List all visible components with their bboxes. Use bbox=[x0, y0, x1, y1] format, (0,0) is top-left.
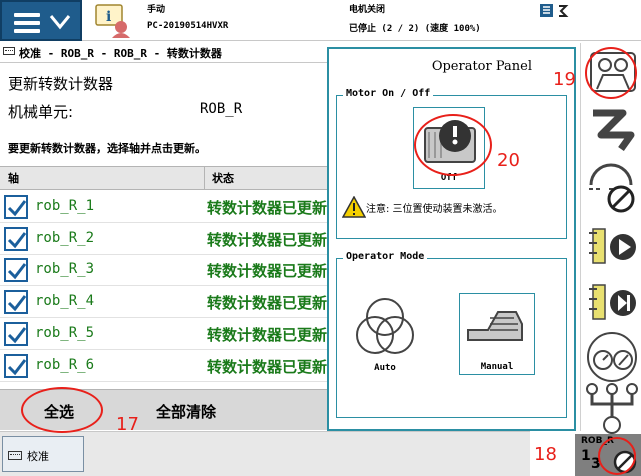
annotation-circle-18 bbox=[598, 437, 636, 475]
column-state: 状态 bbox=[212, 172, 234, 185]
mode-group-title: Operator Mode bbox=[343, 251, 428, 262]
annotation-circle-19 bbox=[585, 47, 637, 99]
quickset-sidebar bbox=[580, 43, 641, 434]
annotation-19: 19 bbox=[553, 69, 576, 90]
quickset-fraction-num: 1 bbox=[581, 448, 591, 464]
motor-group-title: Motor On / Off bbox=[343, 88, 434, 99]
axis-state: 转数计数器已更新 bbox=[207, 231, 328, 249]
table-row[interactable]: rob_R_6 转数计数器已更新 bbox=[0, 351, 330, 382]
run-icon[interactable] bbox=[583, 217, 641, 273]
operating-mode: 手动 bbox=[147, 5, 166, 15]
info-icon[interactable]: i bbox=[94, 2, 130, 38]
table-row[interactable]: rob_R_4 转数计数器已更新 bbox=[0, 287, 330, 318]
mode-group: Operator Mode Auto Manual bbox=[336, 251, 567, 418]
manual-mode-button[interactable]: Manual bbox=[459, 293, 535, 375]
annotation-18: 18 bbox=[534, 444, 557, 465]
auto-mode-label: Auto bbox=[374, 363, 396, 373]
axis-checkbox[interactable] bbox=[4, 354, 28, 378]
auto-mode-button[interactable]: Auto bbox=[347, 293, 423, 375]
table-row[interactable]: rob_R_3 转数计数器已更新 bbox=[0, 255, 330, 286]
axis-checkbox[interactable] bbox=[4, 195, 28, 219]
axis-checkbox[interactable] bbox=[4, 290, 28, 314]
chevron-down-icon bbox=[49, 15, 71, 30]
divider bbox=[204, 167, 205, 190]
warning-text: 注意: 三位置使动装置未激活。 bbox=[366, 204, 503, 215]
axis-state: 转数计数器已更新 bbox=[207, 358, 328, 376]
task-calibration[interactable]: 校准 bbox=[2, 436, 84, 472]
operator-panel: Operator Panel Motor On / Off Off 注意: 三位… bbox=[327, 47, 576, 431]
axis-name: rob_R_6 bbox=[35, 357, 95, 373]
taskbar: 校准 bbox=[0, 431, 530, 476]
app-title-bar: 校准 - ROB_R - ROB_R - 转数计数器 bbox=[0, 43, 330, 61]
run-status: 已停止 (2 / 2) (速度 100%) bbox=[349, 24, 481, 34]
jog-icon[interactable] bbox=[583, 103, 641, 159]
stop-icon[interactable] bbox=[583, 161, 641, 217]
axis-checkbox[interactable] bbox=[4, 258, 28, 282]
axis-state: 转数计数器已更新 bbox=[207, 326, 328, 344]
speed-icon[interactable] bbox=[583, 327, 641, 383]
axis-state: 转数计数器已更新 bbox=[207, 262, 328, 280]
axis-checkbox[interactable] bbox=[4, 322, 28, 346]
axis-name: rob_R_2 bbox=[35, 230, 95, 246]
table-row[interactable]: rob_R_2 转数计数器已更新 bbox=[0, 224, 330, 255]
axis-checkbox[interactable] bbox=[4, 227, 28, 251]
app-title: 校准 - ROB_R - ROB_R - 转数计数器 bbox=[19, 47, 222, 60]
manual-mode-label: Manual bbox=[480, 362, 514, 372]
keyboard-icon bbox=[3, 47, 15, 55]
task-label: 校准 bbox=[27, 450, 49, 463]
status-area[interactable]: 手动 PC-20190514HVXR 电机关闭 已停止 (2 / 2) (速度 … bbox=[138, 0, 534, 41]
clear-all-button[interactable]: 全部清除 bbox=[156, 401, 216, 422]
axis-name: rob_R_3 bbox=[35, 261, 95, 277]
annotation-circle-20 bbox=[414, 114, 492, 176]
table-row[interactable]: rob_R_1 转数计数器已更新 bbox=[0, 192, 330, 223]
divider bbox=[0, 62, 330, 63]
controller-name: PC-20190514HVXR bbox=[147, 21, 229, 31]
axis-name: rob_R_5 bbox=[35, 325, 95, 341]
table-row[interactable]: rob_R_5 转数计数器已更新 bbox=[0, 319, 330, 350]
column-axis: 轴 bbox=[8, 172, 19, 185]
axis-name: rob_R_1 bbox=[35, 198, 95, 214]
motor-status: 电机关闭 bbox=[349, 5, 386, 15]
increment-icon[interactable] bbox=[583, 381, 641, 437]
page-title: 更新转数计数器 bbox=[8, 75, 114, 93]
mech-unit-label: 机械单元: bbox=[8, 103, 74, 121]
auto-mode-icon bbox=[356, 298, 414, 354]
keyboard-icon bbox=[8, 451, 22, 460]
status-icons bbox=[540, 4, 569, 17]
step-icon[interactable] bbox=[583, 273, 641, 329]
axis-state: 转数计数器已更新 bbox=[207, 294, 328, 312]
svg-text:i: i bbox=[106, 9, 111, 25]
annotation-20: 20 bbox=[497, 150, 520, 171]
annotation-17: 17 bbox=[116, 414, 139, 435]
top-bar: i 手动 PC-20190514HVXR 电机关闭 已停止 (2 / 2) (速… bbox=[0, 0, 641, 41]
axis-name: rob_R_4 bbox=[35, 293, 95, 309]
warning-icon bbox=[342, 196, 366, 218]
table-header: 轴 状态 bbox=[0, 166, 330, 190]
mech-unit-value: ROB_R bbox=[200, 101, 243, 117]
main-menu-button[interactable] bbox=[0, 0, 82, 41]
annotation-circle-17 bbox=[21, 387, 103, 433]
hand-icon bbox=[467, 311, 523, 341]
instruction-text: 要更新转数计数器，选择轴并点击更新。 bbox=[8, 142, 206, 155]
axis-state: 转数计数器已更新 bbox=[207, 199, 328, 217]
operator-panel-title: Operator Panel bbox=[431, 59, 532, 74]
menu-icon bbox=[14, 13, 40, 33]
